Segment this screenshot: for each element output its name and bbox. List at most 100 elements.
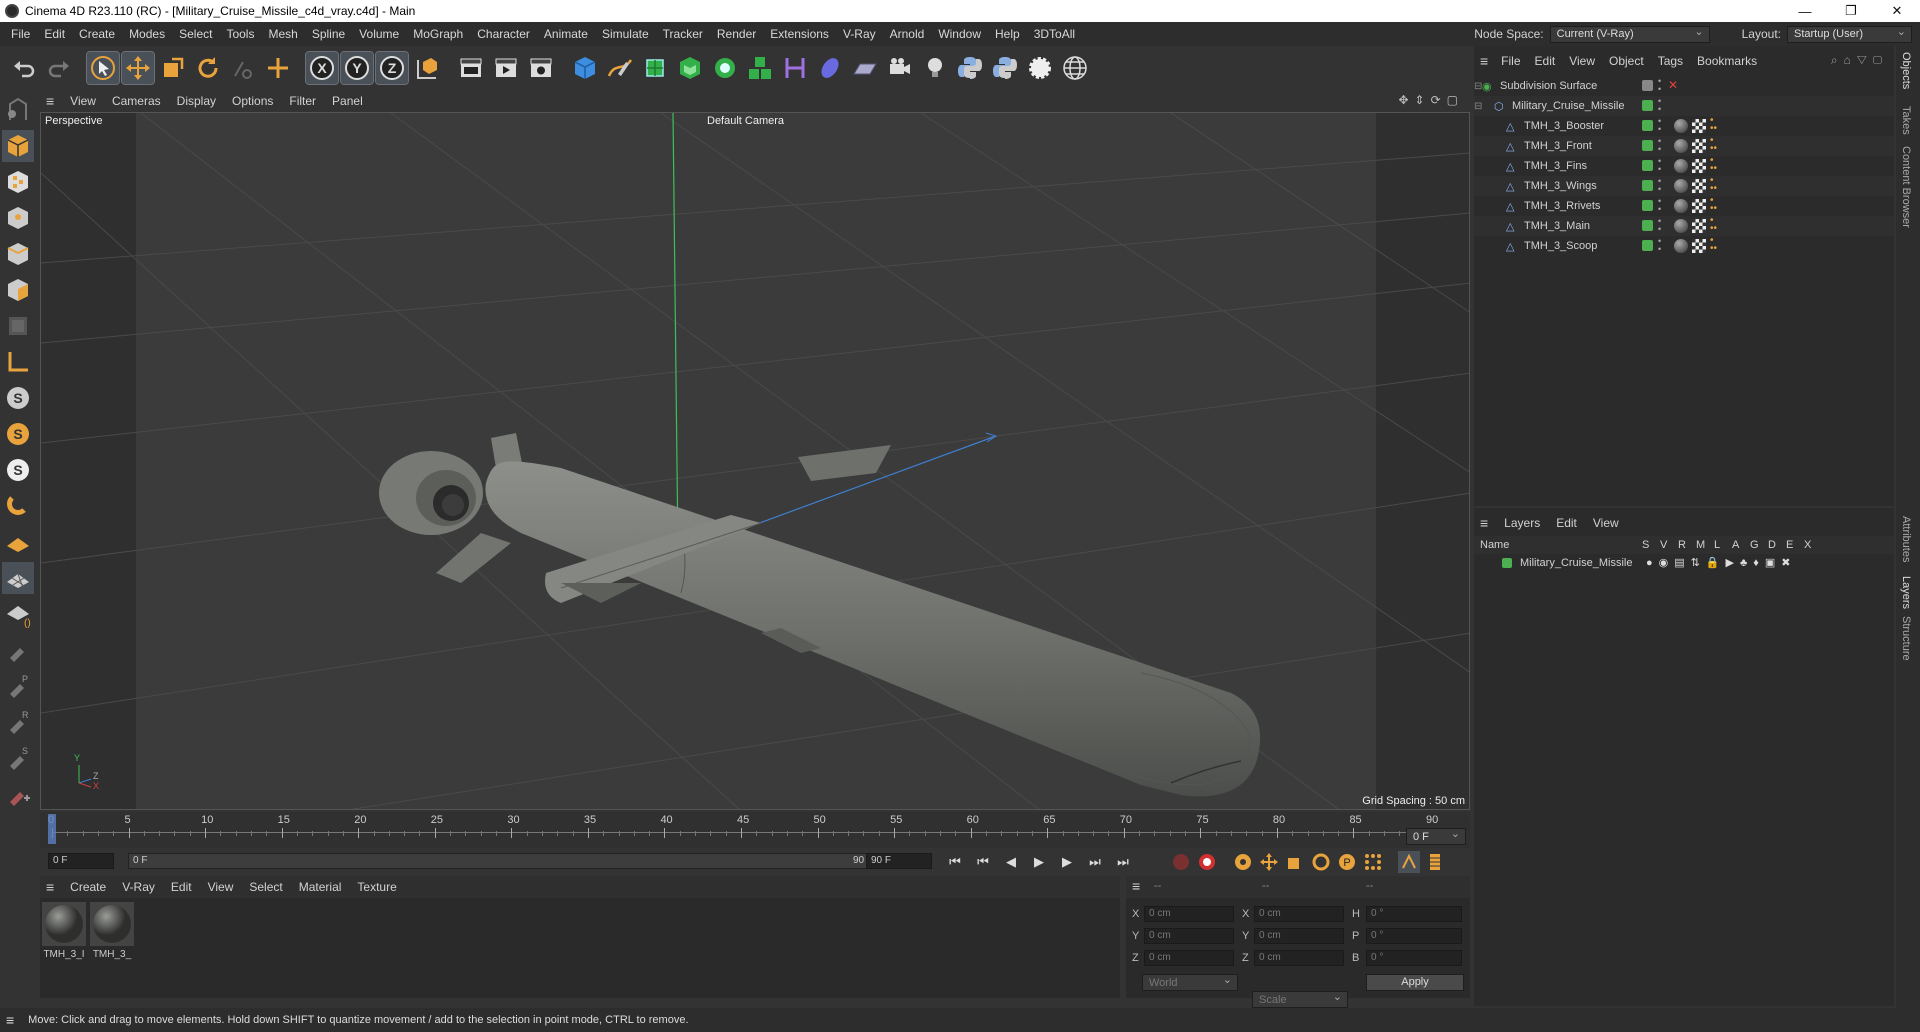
visibility-dots-icon[interactable]: • • bbox=[1658, 157, 1661, 174]
phong-tag-icon[interactable]: • •• bbox=[1710, 156, 1717, 174]
pen-spline-button[interactable] bbox=[604, 52, 636, 84]
visibility-dots-icon[interactable]: • • bbox=[1658, 177, 1661, 194]
tab-layers[interactable]: Layers bbox=[1900, 576, 1912, 609]
layer-row[interactable]: Military_Cruise_Missile ●◉▤⇅🔒▶♣♦▣✖ bbox=[1474, 554, 1894, 572]
live-selection-button[interactable] bbox=[86, 51, 120, 85]
object-menu-file[interactable]: File bbox=[1494, 54, 1527, 68]
menu-help[interactable]: Help bbox=[988, 27, 1027, 41]
status-hamburger-icon[interactable]: ≡ bbox=[6, 1012, 14, 1028]
menu-spline[interactable]: Spline bbox=[305, 27, 352, 41]
python-script-button[interactable] bbox=[989, 52, 1021, 84]
vray-settings-button[interactable] bbox=[1024, 52, 1056, 84]
material-menu-create[interactable]: Create bbox=[62, 880, 114, 894]
timeline-ruler[interactable]: 051015202530354045505560657075808590 0 F bbox=[40, 812, 1470, 848]
frame-right-field[interactable]: 0 F bbox=[1406, 827, 1466, 845]
material-tag-icon[interactable] bbox=[1674, 119, 1688, 133]
x-axis-lock-button[interactable]: X bbox=[305, 51, 339, 85]
floor-button[interactable] bbox=[849, 52, 881, 84]
hair-tool-button[interactable] bbox=[2, 778, 34, 810]
hamburger-icon[interactable]: ≡ bbox=[46, 93, 54, 109]
visibility-dots-icon[interactable]: • • bbox=[1658, 197, 1661, 214]
material-item[interactable]: TMH_3_ bbox=[90, 902, 134, 962]
field-button[interactable] bbox=[814, 52, 846, 84]
material-menu-texture[interactable]: Texture bbox=[349, 880, 404, 894]
object-row[interactable]: △ TMH_3_Main • • • •• bbox=[1474, 216, 1894, 236]
snap-button[interactable]: S bbox=[2, 382, 34, 414]
light-button[interactable] bbox=[919, 52, 951, 84]
material-item[interactable]: TMH_3_I bbox=[42, 902, 86, 962]
menu-mesh[interactable]: Mesh bbox=[261, 27, 304, 41]
layer-menu-view[interactable]: View bbox=[1585, 516, 1627, 530]
make-editable-button[interactable] bbox=[2, 94, 34, 126]
expand-toggle-icon[interactable]: ⊟ bbox=[1474, 101, 1494, 112]
extrude-button[interactable] bbox=[674, 52, 706, 84]
material-tag-icon[interactable] bbox=[1674, 179, 1688, 193]
coordinate-space-select[interactable]: World bbox=[1142, 973, 1238, 991]
object-row[interactable]: ⊟ ◉ Subdivision Surface • • ✕ bbox=[1474, 76, 1894, 96]
menu-create[interactable]: Create bbox=[72, 27, 122, 41]
layer-color-tag[interactable] bbox=[1642, 180, 1653, 191]
tab-attributes[interactable]: Attributes bbox=[1900, 516, 1912, 562]
rotate-tool-button[interactable] bbox=[192, 52, 224, 84]
material-menu-view[interactable]: View bbox=[200, 880, 242, 894]
end-frame-field[interactable]: 90 F bbox=[866, 853, 932, 869]
object-row[interactable]: ⊟ ⬡ Military_Cruise_Missile • • bbox=[1474, 96, 1894, 116]
object-row[interactable]: △ TMH_3_Front • • • •• bbox=[1474, 136, 1894, 156]
subdivision-surface-button[interactable] bbox=[639, 52, 671, 84]
phong-tag-icon[interactable]: • •• bbox=[1710, 216, 1717, 234]
coordinate-system-button[interactable] bbox=[411, 52, 443, 84]
object-row[interactable]: △ TMH_3_Scoop • • • •• bbox=[1474, 236, 1894, 256]
layer-color-tag[interactable] bbox=[1642, 120, 1653, 131]
menu-file[interactable]: File bbox=[4, 27, 37, 41]
visibility-dots-icon[interactable]: • • bbox=[1658, 77, 1661, 94]
layer-color-tag[interactable] bbox=[1642, 80, 1653, 91]
transform-tool-button[interactable] bbox=[262, 52, 294, 84]
disable-object-icon[interactable]: ✕ bbox=[1668, 78, 1678, 92]
rotation-b-field[interactable]: 0 ° bbox=[1366, 950, 1462, 966]
cube-primitive-button[interactable] bbox=[569, 52, 601, 84]
close-button[interactable]: ✕ bbox=[1874, 0, 1920, 22]
menu-vray[interactable]: V-Ray bbox=[836, 27, 883, 41]
layout-select[interactable]: Startup (User) bbox=[1787, 25, 1912, 43]
viewport-perspective[interactable]: Perspective Default Camera Grid Spacing … bbox=[40, 112, 1470, 810]
material-menu-select[interactable]: Select bbox=[241, 880, 290, 894]
visibility-dots-icon[interactable]: • • bbox=[1658, 117, 1661, 134]
coordinate-mode-select[interactable]: Scale bbox=[1252, 990, 1348, 1008]
mograph-button[interactable] bbox=[744, 52, 776, 84]
material-hamburger-icon[interactable]: ≡ bbox=[46, 879, 54, 895]
object-search-icons[interactable]: ⌕⌂▽▢ bbox=[1831, 53, 1888, 68]
uvw-tag-icon[interactable] bbox=[1692, 199, 1706, 213]
autokey-icon[interactable] bbox=[1196, 851, 1218, 873]
camera-label[interactable]: Default Camera bbox=[707, 115, 784, 127]
coordinates-hamburger-icon[interactable]: ≡ bbox=[1132, 878, 1140, 894]
playhead[interactable] bbox=[48, 814, 56, 844]
object-menu-edit[interactable]: Edit bbox=[1528, 54, 1563, 68]
maximize-button[interactable]: ❐ bbox=[1828, 0, 1874, 22]
tab-content-browser[interactable]: Content Browser bbox=[1900, 146, 1912, 228]
viewport-menu-panel[interactable]: Panel bbox=[324, 94, 371, 108]
object-menu-bookmarks[interactable]: Bookmarks bbox=[1690, 54, 1764, 68]
menu-modes[interactable]: Modes bbox=[122, 27, 172, 41]
position-x-field[interactable]: 0 cm bbox=[1144, 906, 1234, 922]
object-menu-tags[interactable]: Tags bbox=[1651, 54, 1690, 68]
workplane-button[interactable] bbox=[2, 526, 34, 558]
previous-key-button[interactable]: ⏮ bbox=[972, 851, 994, 873]
go-to-start-button[interactable]: ⏮ bbox=[944, 851, 966, 873]
node-space-select[interactable]: Current (V-Ray) bbox=[1549, 25, 1710, 43]
phong-tag-icon[interactable]: • •• bbox=[1710, 176, 1717, 194]
viewport-menu-view[interactable]: View bbox=[62, 94, 104, 108]
texture-mode-button[interactable] bbox=[2, 166, 34, 198]
menu-character[interactable]: Character bbox=[470, 27, 537, 41]
menu-animate[interactable]: Animate bbox=[537, 27, 595, 41]
menu-mograph[interactable]: MoGraph bbox=[406, 27, 470, 41]
menu-arnold[interactable]: Arnold bbox=[883, 27, 932, 41]
object-hamburger-icon[interactable]: ≡ bbox=[1480, 53, 1488, 69]
position-z-field[interactable]: 0 cm bbox=[1144, 950, 1234, 966]
layer-color-tag[interactable] bbox=[1642, 140, 1653, 151]
phong-tag-icon[interactable]: • •• bbox=[1710, 116, 1717, 134]
menu-3dtoall[interactable]: 3DToAll bbox=[1027, 27, 1082, 41]
object-row[interactable]: △ TMH_3_Wings • • • •• bbox=[1474, 176, 1894, 196]
menu-window[interactable]: Window bbox=[931, 27, 988, 41]
phong-tag-icon[interactable]: • •• bbox=[1710, 236, 1717, 254]
sculpt-tool-button[interactable]: P bbox=[2, 670, 34, 702]
